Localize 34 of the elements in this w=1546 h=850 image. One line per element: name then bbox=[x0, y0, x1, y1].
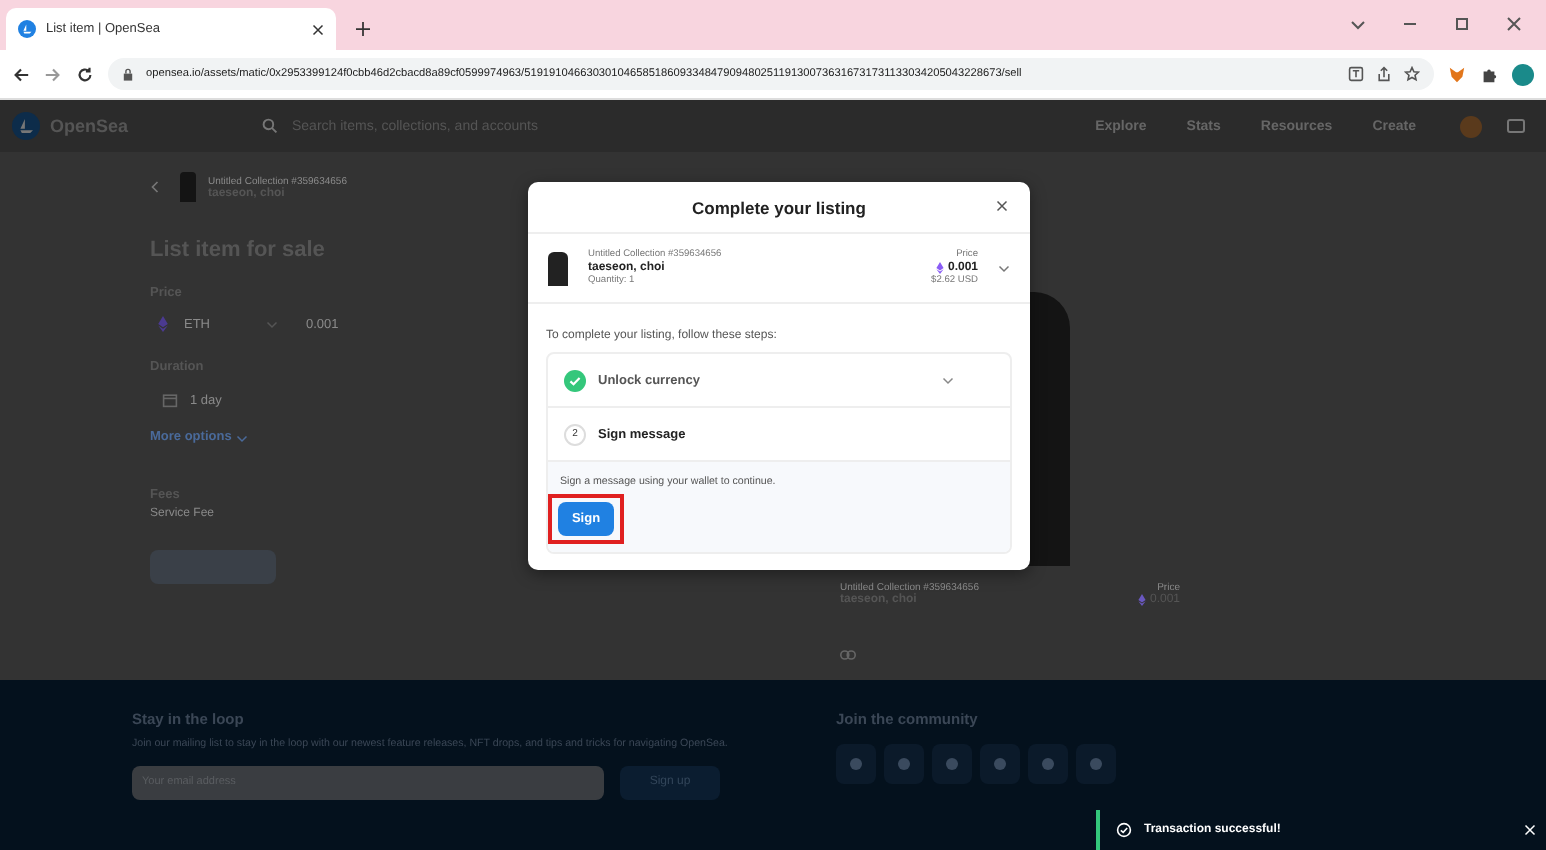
reload-icon[interactable] bbox=[76, 65, 94, 83]
link-icon[interactable] bbox=[840, 650, 856, 660]
lock-icon bbox=[122, 67, 134, 81]
profile-avatar-icon[interactable] bbox=[1512, 63, 1534, 85]
sailboat-logo-icon[interactable] bbox=[12, 112, 40, 140]
chevron-down-icon bbox=[266, 318, 278, 330]
maximize-icon[interactable] bbox=[1454, 16, 1470, 32]
dialog-title: Complete your listing bbox=[692, 197, 866, 217]
chevron-down-icon[interactable] bbox=[998, 262, 1010, 274]
close-icon[interactable] bbox=[996, 200, 1008, 212]
item-thumbnail bbox=[548, 251, 568, 285]
calendar-icon bbox=[162, 392, 178, 408]
forward-arrow-icon[interactable] bbox=[44, 65, 62, 83]
check-circle-icon bbox=[1116, 822, 1132, 838]
translate-icon[interactable] bbox=[1348, 66, 1364, 82]
chevron-down-icon[interactable] bbox=[1350, 16, 1366, 32]
fox-icon[interactable] bbox=[1448, 65, 1466, 83]
ethereum-icon bbox=[1137, 594, 1146, 606]
ethereum-icon bbox=[935, 262, 944, 274]
sailboat-icon bbox=[18, 20, 36, 38]
search-icon bbox=[262, 118, 278, 134]
new-tab-icon[interactable] bbox=[356, 22, 370, 36]
ethereum-icon bbox=[158, 316, 168, 332]
back-arrow-icon[interactable] bbox=[12, 65, 30, 83]
close-icon[interactable] bbox=[312, 23, 324, 35]
share-icon[interactable] bbox=[1376, 66, 1392, 82]
star-icon[interactable] bbox=[1404, 66, 1420, 82]
back-chevron-icon[interactable] bbox=[150, 180, 160, 194]
item-thumbnail bbox=[180, 172, 196, 202]
chevron-down-icon[interactable] bbox=[942, 374, 954, 386]
check-circle-icon bbox=[564, 369, 586, 391]
chevron-down-icon[interactable] bbox=[235, 431, 248, 443]
wallet-icon[interactable] bbox=[1506, 116, 1526, 136]
puzzle-icon[interactable] bbox=[1480, 65, 1498, 83]
